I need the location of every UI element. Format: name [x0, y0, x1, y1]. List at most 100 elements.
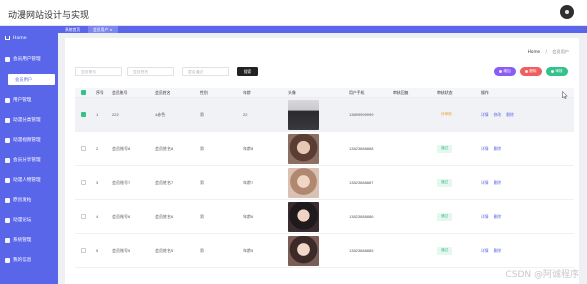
table-row[interactable]: 3 会员账号7 会员姓名7 男 年龄7 13823888887 通过 详情 删除: [75, 166, 574, 200]
row-gender: 男: [200, 111, 204, 117]
user-avatar-icon[interactable]: [560, 5, 574, 19]
status-badge: 通过: [437, 246, 453, 255]
tab-bar: 系统首页 会员用户 ×: [58, 26, 587, 33]
sidebar-item-label: 我的信息: [13, 258, 32, 263]
sidebar-item-member-share[interactable]: 会员分享管理: [0, 154, 58, 166]
header-reply: 审核回复: [393, 89, 409, 95]
row-checkbox[interactable]: [81, 248, 86, 253]
sidebar-item-anime-characters[interactable]: 动漫人物管理: [0, 174, 58, 186]
sidebar-item-label: Home: [13, 35, 27, 41]
row-checkbox[interactable]: [81, 112, 86, 117]
row-checkbox[interactable]: [81, 146, 86, 151]
users-icon: [5, 56, 10, 62]
delete-link[interactable]: 删除: [494, 146, 502, 152]
sidebar-item-original-posts[interactable]: 原创发帖: [0, 194, 58, 206]
sidebar-subitem-member-users[interactable]: 会员用户: [8, 74, 55, 85]
sidebar-item-label: 动漫论坛: [13, 218, 32, 223]
avatar-image: [288, 167, 319, 198]
row-name: 会员姓名7: [155, 179, 174, 185]
row-phone: 13823888886: [349, 214, 374, 219]
member-account-input[interactable]: [76, 68, 121, 75]
breadcrumb-separator: /: [545, 49, 547, 54]
detail-link[interactable]: 详情: [481, 112, 489, 118]
table-header: 序号 会员账号 会员姓名 性别 年龄 头像 用户手机 审核回复 审核状态 操作: [75, 88, 574, 98]
trash-icon: [525, 70, 529, 73]
grid-icon: [5, 97, 10, 103]
delete-button[interactable]: 删除: [520, 67, 542, 76]
sidebar-item-label: 系统管理: [13, 238, 32, 243]
row-gender: 男: [200, 179, 204, 185]
status-badge: 通过: [437, 212, 453, 221]
header-status: 审核状态: [437, 89, 453, 95]
detail-link[interactable]: 详情: [481, 180, 489, 186]
tab-member-users[interactable]: 会员用户 ×: [88, 26, 118, 33]
sidebar-item-label: 动漫人物管理: [13, 178, 41, 183]
edit-link[interactable]: 修改: [494, 112, 502, 118]
header-age: 年龄: [243, 89, 251, 95]
status-badge: 通过: [437, 178, 453, 187]
row-gender: 男: [200, 213, 204, 219]
detail-link[interactable]: 详情: [481, 214, 489, 220]
sidebar-item-users[interactable]: 用户管理: [0, 94, 58, 106]
row-account: 会员账号8: [112, 145, 131, 151]
sidebar-item-anime-category[interactable]: 动漫分类管理: [0, 114, 58, 126]
row-index: 2: [96, 146, 99, 151]
delete-link[interactable]: 删除: [494, 248, 502, 254]
tab-home[interactable]: 系统首页: [60, 26, 85, 33]
row-name: 4赤色: [155, 111, 166, 117]
app-title: 动漫网站设计与实现: [8, 11, 90, 21]
delete-link[interactable]: 删除: [494, 180, 502, 186]
delete-link[interactable]: 删除: [506, 112, 514, 118]
breadcrumb: Home / 会员用户: [528, 49, 569, 55]
row-index: 1: [96, 112, 99, 117]
sidebar-item-forum[interactable]: 动漫论坛: [0, 214, 58, 226]
sidebar-item-label: 原创发帖: [13, 198, 32, 203]
sidebar-item-label: 会员用户管理: [13, 57, 41, 62]
sidebar-item-anime-video[interactable]: 动漫视频管理: [0, 134, 58, 146]
row-account: 会员账号7: [112, 179, 131, 185]
row-phone: 13823888885: [349, 248, 374, 253]
table-row[interactable]: 1 222 4赤色 男 22 13899999999 待审核 详情 修改 删除: [75, 98, 574, 132]
review-button[interactable]: 审核: [546, 67, 568, 76]
row-index: 5: [96, 248, 99, 253]
row-age: 年龄8: [243, 145, 254, 151]
avatar-image: [288, 235, 319, 266]
row-phone: 13823888888: [349, 146, 374, 151]
avatar-image: [288, 99, 319, 130]
row-checkbox[interactable]: [81, 214, 86, 219]
row-phone: 13823888887: [349, 180, 374, 185]
grid-icon: [5, 117, 10, 123]
header-name: 会员姓名: [155, 89, 171, 95]
breadcrumb-home[interactable]: Home: [528, 49, 540, 54]
sidebar-item-system[interactable]: 系统管理: [0, 234, 58, 246]
member-name-search-box: [127, 67, 174, 76]
sidebar-item-member-users[interactable]: 会员用户管理: [0, 53, 58, 65]
select-all-checkbox[interactable]: [81, 90, 86, 95]
detail-link[interactable]: 详情: [481, 248, 489, 254]
table-row[interactable]: 2 会员账号8 会员姓名8 男 年龄8 13823888888 通过 详情 删除: [75, 132, 574, 166]
row-phone: 13899999999: [349, 112, 374, 117]
add-button[interactable]: 增加: [494, 67, 516, 76]
check-icon: [551, 70, 555, 73]
row-checkbox[interactable]: [81, 180, 86, 185]
row-account: 会员账号6: [112, 213, 131, 219]
approved-input[interactable]: [183, 68, 228, 75]
home-icon: [5, 36, 10, 40]
watermark: CSDN @阿诚程序: [505, 270, 579, 280]
mouse-cursor-icon: [562, 91, 568, 99]
grid-icon: [5, 137, 10, 143]
table-row[interactable]: 5 会员账号5 会员姓名5 男 年龄5 13823888885 通过 详情 删除: [75, 234, 574, 268]
row-index: 4: [96, 214, 99, 219]
detail-link[interactable]: 详情: [481, 146, 489, 152]
sidebar-item-home[interactable]: Home: [0, 32, 58, 44]
member-name-input[interactable]: [128, 68, 173, 75]
shield-icon: [5, 157, 10, 163]
header-gender: 性别: [200, 89, 208, 95]
delete-link[interactable]: 删除: [494, 214, 502, 220]
profile-icon: [5, 257, 10, 263]
table-row[interactable]: 4 会员账号6 会员姓名6 男 年龄6 13823888886 通过 详情 删除: [75, 200, 574, 234]
sidebar-item-label: 动漫分类管理: [13, 118, 41, 123]
breadcrumb-current: 会员用户: [552, 49, 569, 54]
sidebar-item-my-info[interactable]: 我的信息: [0, 254, 58, 266]
search-button[interactable]: 搜索: [237, 67, 258, 76]
